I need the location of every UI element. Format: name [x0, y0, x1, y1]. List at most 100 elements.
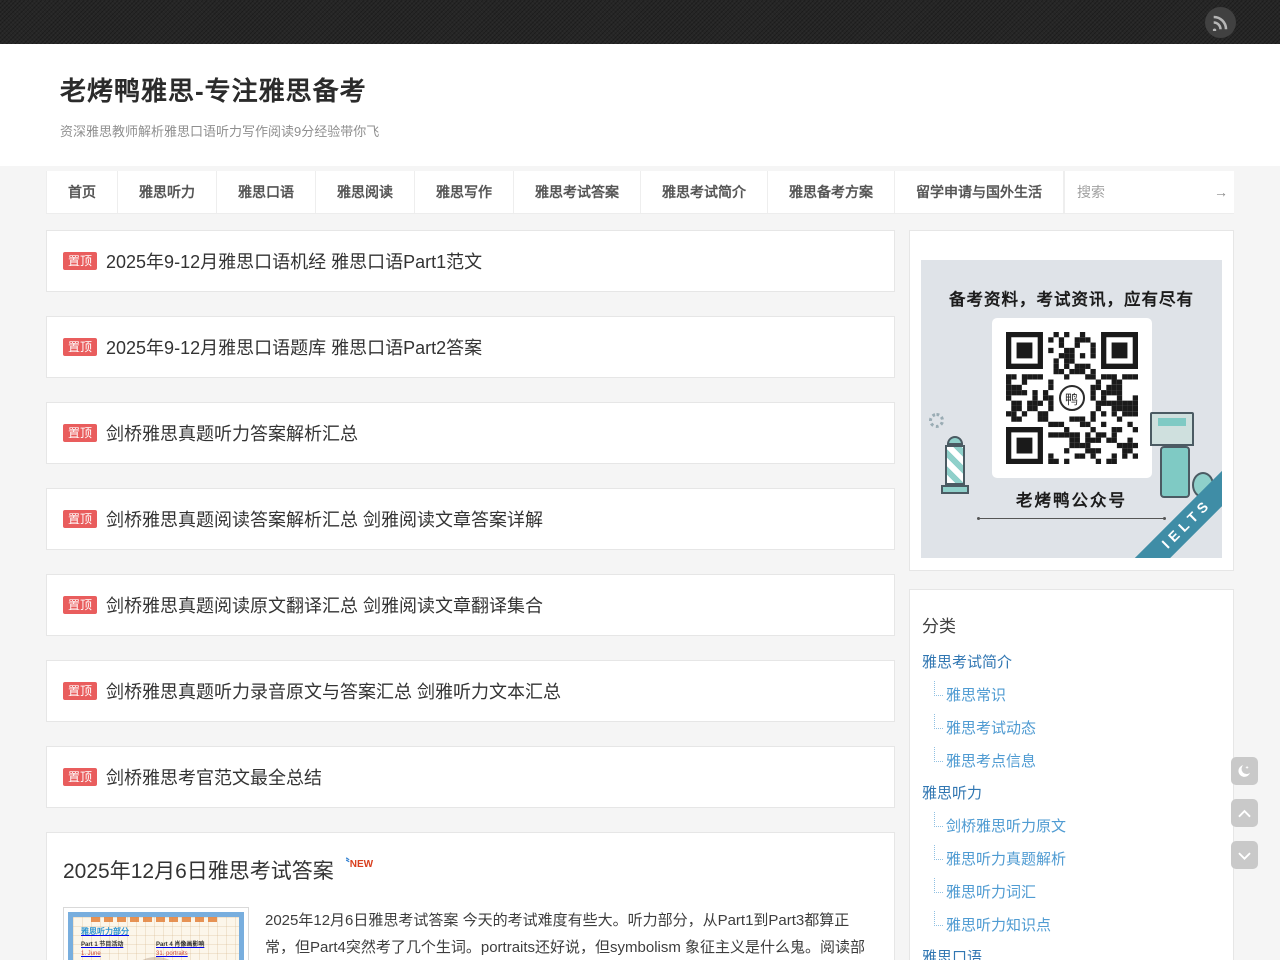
search-box: →: [1064, 171, 1234, 213]
nav-item-exam-answers[interactable]: 雅思考试答案: [513, 171, 640, 213]
nav-item-speaking[interactable]: 雅思口语: [216, 171, 315, 213]
category-link[interactable]: 雅思考试动态: [946, 720, 1036, 737]
lighthouse-illustration: [941, 436, 969, 498]
main-column: 置顶 2025年9-12月雅思口语机经 雅思口语Part1范文 置顶 2025年…: [46, 230, 895, 960]
nav-item-prep-plan[interactable]: 雅思备考方案: [767, 171, 894, 213]
qr-center-logo: 鸭: [1055, 381, 1089, 415]
qr-underline: [979, 518, 1164, 519]
listening-answers-thumbnail: 雅思听力部分 Part 1 节目活动 1. June 2. 12 years 3…: [68, 912, 244, 960]
nav-item-exam-intro[interactable]: 雅思考试简介: [640, 171, 767, 213]
category-link[interactable]: 剑桥雅思听力原文: [946, 818, 1066, 835]
categories-heading: 分类: [922, 612, 1221, 637]
nav-item-home[interactable]: 首页: [46, 171, 117, 213]
categories-list: 雅思考试简介 雅思常识 雅思考试动态 雅思考点信息 雅思听力 剑桥雅思听力原文 …: [922, 653, 1221, 960]
qr-widget: 备考资料，考试资讯，应有尽有 鸭 老烤鸭公众号: [909, 230, 1234, 571]
category-link[interactable]: 雅思常识: [946, 687, 1006, 704]
search-input[interactable]: [1065, 171, 1234, 213]
article-excerpt: 2025年12月6日雅思考试答案 今天的考试难度有些大。听力部分，从Part1到…: [265, 907, 878, 960]
category-item: 雅思考试简介: [922, 653, 1221, 672]
new-badge-quote-icon: 〝: [339, 858, 350, 870]
tree-connector-icon: [934, 812, 943, 827]
category-link[interactable]: 雅思听力: [922, 785, 982, 802]
pinned-post-link[interactable]: 剑桥雅思考官范文最全总结: [106, 764, 322, 790]
rss-icon: [1212, 14, 1229, 31]
sidebar: 备考资料，考试资讯，应有尽有 鸭 老烤鸭公众号: [909, 230, 1234, 960]
chevron-up-icon: [1235, 804, 1254, 823]
wechat-qr-image: 备考资料，考试资讯，应有尽有 鸭 老烤鸭公众号: [921, 260, 1222, 558]
category-item: 雅思常识: [922, 685, 1221, 705]
bottle-illustration: [1160, 446, 1190, 498]
tree-connector-icon: [934, 845, 943, 860]
moon-icon: [1236, 763, 1253, 780]
pinned-badge: 置顶: [63, 768, 97, 786]
article-card: 2025年12月6日雅思考试答案 〝NEW 雅思听力部分 Part 1 节目活动…: [46, 832, 895, 960]
site-title: 老烤鸭雅思-专注雅思备考: [60, 71, 1220, 108]
pinned-post: 置顶 2025年9-12月雅思口语机经 雅思口语Part1范文: [46, 230, 895, 292]
pinned-post-link[interactable]: 剑桥雅思真题阅读原文翻译汇总 剑雅阅读文章翻译集合: [106, 592, 543, 618]
thumbnail-col2-header: Part 4 肖像画影响: [156, 939, 231, 948]
main-nav: 首页 雅思听力 雅思口语 雅思阅读 雅思写作 雅思考试答案 雅思考试简介 雅思备…: [46, 171, 1234, 214]
gear-icon: [929, 413, 944, 428]
category-link[interactable]: 雅思考点信息: [946, 753, 1036, 770]
pinned-badge: 置顶: [63, 424, 97, 442]
pinned-post-link[interactable]: 2025年9-12月雅思口语机经 雅思口语Part1范文: [106, 248, 482, 274]
pinned-badge: 置顶: [63, 510, 97, 528]
pinned-post: 置顶 2025年9-12月雅思口语题库 雅思口语Part2答案: [46, 316, 895, 378]
new-badge: 〝NEW: [339, 855, 373, 871]
pinned-post: 置顶 剑桥雅思真题阅读原文翻译汇总 剑雅阅读文章翻译集合: [46, 574, 895, 636]
scroll-to-top-button[interactable]: [1231, 799, 1258, 827]
category-item: 雅思考试动态: [922, 718, 1221, 738]
thumbnail-section-title: 雅思听力部分: [81, 926, 239, 937]
category-item: 雅思听力: [922, 784, 1221, 803]
pinned-post: 置顶 剑桥雅思考官范文最全总结: [46, 746, 895, 808]
answer-item: 1. June: [81, 951, 156, 957]
nav-item-reading[interactable]: 雅思阅读: [315, 171, 414, 213]
tree-connector-icon: [934, 911, 943, 926]
rss-button[interactable]: [1205, 7, 1236, 38]
pinned-post: 置顶 剑桥雅思真题听力录音原文与答案汇总 剑雅听力文本汇总: [46, 660, 895, 722]
thumbnail-clipped-header: [91, 917, 221, 922]
tree-connector-icon: [934, 747, 943, 762]
qr-code: 鸭: [992, 318, 1152, 478]
category-item: 雅思听力词汇: [922, 882, 1221, 902]
article-title-link[interactable]: 2025年12月6日雅思考试答案: [63, 855, 334, 885]
category-item: 雅思听力真题解析: [922, 849, 1221, 869]
scroll-to-bottom-button[interactable]: [1231, 841, 1258, 869]
category-item: 雅思考点信息: [922, 751, 1221, 771]
category-link[interactable]: 雅思听力真题解析: [946, 851, 1066, 868]
category-link[interactable]: 雅思听力知识点: [946, 917, 1051, 934]
answer-item: 31. portraits: [156, 951, 231, 957]
category-link[interactable]: 雅思口语: [922, 949, 982, 960]
pinned-post-link[interactable]: 剑桥雅思真题听力录音原文与答案汇总 剑雅听力文本汇总: [106, 678, 561, 704]
categories-widget: 分类 雅思考试简介 雅思常识 雅思考试动态 雅思考点信息 雅思听力 剑桥雅思听力…: [909, 589, 1234, 960]
category-link[interactable]: 雅思听力词汇: [946, 884, 1036, 901]
chevron-down-icon: [1235, 846, 1254, 865]
category-link[interactable]: 雅思考试简介: [922, 654, 1012, 671]
pinned-post: 置顶 剑桥雅思真题听力答案解析汇总: [46, 402, 895, 464]
site-header: 老烤鸭雅思-专注雅思备考 资深雅思教师解析雅思口语听力写作阅读9分经验带你飞: [0, 44, 1280, 166]
pinned-post-link[interactable]: 剑桥雅思真题阅读答案解析汇总 剑雅阅读文章答案详解: [106, 506, 543, 532]
site-subtitle: 资深雅思教师解析雅思口语听力写作阅读9分经验带你飞: [60, 121, 1220, 140]
tree-connector-icon: [934, 878, 943, 893]
building-illustration: [1150, 412, 1194, 446]
tree-connector-icon: [934, 714, 943, 729]
category-item: 雅思口语: [922, 948, 1221, 960]
pinned-post-link[interactable]: 剑桥雅思真题听力答案解析汇总: [106, 420, 358, 446]
pinned-badge: 置顶: [63, 596, 97, 614]
night-mode-button[interactable]: [1231, 757, 1258, 785]
nav-item-study-abroad[interactable]: 留学申请与国外生活: [894, 171, 1064, 213]
pinned-post: 置顶 剑桥雅思真题阅读答案解析汇总 剑雅阅读文章答案详解: [46, 488, 895, 550]
pinned-badge: 置顶: [63, 252, 97, 270]
category-item: 雅思听力知识点: [922, 915, 1221, 935]
pinned-badge: 置顶: [63, 682, 97, 700]
article-thumbnail[interactable]: 雅思听力部分 Part 1 节目活动 1. June 2. 12 years 3…: [63, 907, 249, 960]
category-item: 剑桥雅思听力原文: [922, 816, 1221, 836]
pinned-post-link[interactable]: 2025年9-12月雅思口语题库 雅思口语Part2答案: [106, 334, 482, 360]
nav-item-listening[interactable]: 雅思听力: [117, 171, 216, 213]
top-bar: [0, 0, 1280, 44]
search-submit-button[interactable]: →: [1214, 171, 1228, 213]
nav-item-writing[interactable]: 雅思写作: [414, 171, 513, 213]
qr-top-text: 备考资料，考试资讯，应有尽有: [921, 286, 1222, 310]
pinned-badge: 置顶: [63, 338, 97, 356]
thumbnail-col1-header: Part 1 节目活动: [81, 939, 156, 948]
